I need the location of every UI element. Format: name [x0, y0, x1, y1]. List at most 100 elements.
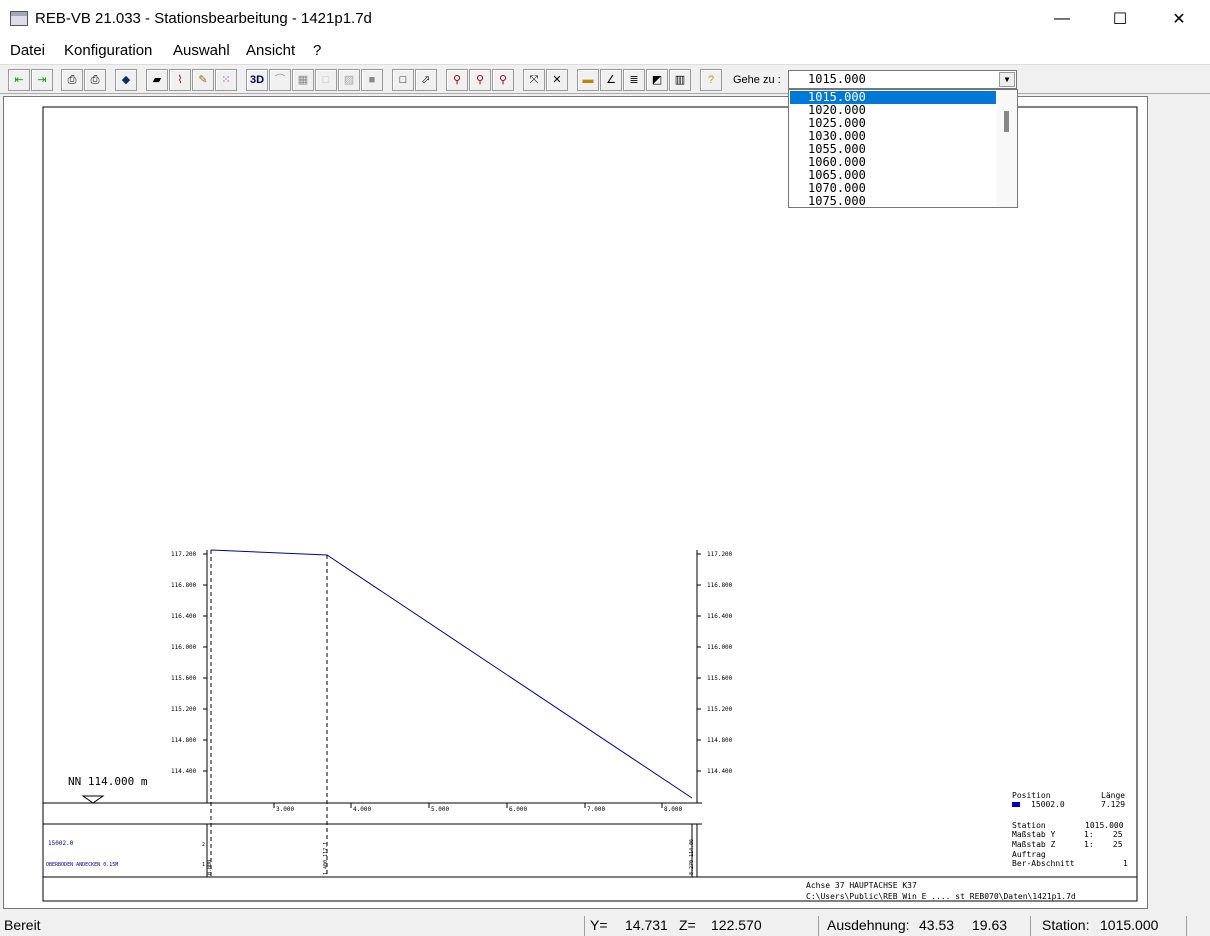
scale-label: 115.600 — [171, 675, 197, 682]
x-tick-label: 6.000 — [509, 806, 527, 813]
x-tick-label: 3.000 — [276, 806, 294, 813]
open-folder-icon[interactable]: ▰ — [146, 69, 168, 91]
scale-label: 117.200 — [171, 551, 197, 558]
zoom-minus-icon[interactable]: ⚲ — [492, 69, 514, 91]
x-tick-label: 8.000 — [664, 806, 682, 813]
status-station-label: Station: — [1042, 917, 1090, 933]
hatch-icon[interactable]: ▨ — [338, 69, 360, 91]
scale-label: 116.800 — [707, 582, 733, 589]
status-station-value: 1015.000 — [1100, 917, 1159, 933]
dropdown-option[interactable]: 1075.000 — [790, 195, 996, 208]
goto-dropdown-list[interactable]: 1015.000 1020.000 1025.000 1030.000 1055… — [788, 89, 1018, 208]
right-scale: 117.200 116.800 116.400 116.000 115.600 … — [697, 551, 733, 775]
legend-ber-value: 1 — [1123, 859, 1128, 868]
band-row-label: OBERBODEN ANDECKEN 0.15M — [46, 862, 118, 868]
legend-station-value: 1015.000 — [1085, 821, 1124, 830]
frame-icon[interactable]: □ — [315, 69, 337, 91]
next-station-icon[interactable]: ⇥ — [31, 69, 53, 91]
status-y-label: Y= — [590, 917, 608, 933]
menu-help[interactable]: ? — [313, 42, 321, 59]
fill-icon[interactable]: ■ — [361, 69, 383, 91]
zoom-extents-icon[interactable]: ⤧ — [523, 69, 545, 91]
terrain-profile-line — [210, 549, 693, 799]
legend-scale-z-label: Maßstab Z — [1012, 840, 1056, 849]
status-z-label: Z= — [679, 917, 696, 933]
scale-label: 116.400 — [707, 613, 733, 620]
cross-section-drawing: 117.200 116.800 116.400 116.000 115.600 … — [42, 106, 1138, 902]
scale-label: 115.200 — [707, 706, 733, 713]
band-row-label: 15002.0 — [48, 840, 74, 847]
toolbar: ⇤ ⇥ ⎙ ⎙ ◆ ▰ ⌇ ✎ ⁙ 3D ⌒ ▦ □ ▨ ■ □ ⬀ ⚲ ⚲ ⚲… — [0, 64, 1210, 94]
maximize-button[interactable]: ☐ — [1091, 0, 1149, 38]
legend-laenge-header: Länge — [1101, 791, 1125, 800]
scale-label: 115.200 — [171, 706, 197, 713]
ruler-icon[interactable]: ▬ — [577, 69, 599, 91]
vertical-value-label: 8.270 114.06 — [689, 839, 695, 875]
menu-konfiguration[interactable]: Konfiguration — [64, 42, 152, 59]
legend-auftrag-label: Auftrag — [1012, 850, 1046, 859]
legend-position-header: Position — [1012, 791, 1051, 800]
menu-bar: Datei Konfiguration Auswahl Ansicht ? — [0, 38, 1210, 64]
status-text: Bereit — [4, 917, 41, 933]
nn-label: NN 114.000 m — [68, 775, 148, 788]
legend-laenge-value: 7.129 — [1101, 800, 1125, 809]
edit-pencil-icon[interactable]: ✎ — [192, 69, 214, 91]
print-icon[interactable]: ⎙ — [61, 69, 83, 91]
zoom-plus-icon[interactable]: ⚲ — [469, 69, 491, 91]
close-button[interactable]: ✕ — [1150, 0, 1208, 38]
scrollbar-thumb[interactable] — [1004, 111, 1009, 132]
legend-ber-label: Ber-Abschnitt — [1012, 859, 1075, 868]
resize-icon[interactable]: ⬀ — [415, 69, 437, 91]
title-bar: REB-VB 21.033 - Stationsbearbeitung - 14… — [0, 0, 1210, 38]
menu-ansicht[interactable]: Ansicht — [246, 42, 295, 59]
table-icon[interactable]: ▥ — [669, 69, 691, 91]
grid-dots-icon[interactable]: ⁙ — [215, 69, 237, 91]
legend-scale-z-value: 1: 25 — [1084, 840, 1123, 849]
drawing-canvas[interactable]: 117.200 116.800 116.400 116.000 115.600 … — [3, 96, 1148, 909]
left-scale: 117.200 116.800 116.400 116.000 115.600 … — [171, 551, 207, 775]
vertical-value-label: 0.000 — [207, 860, 213, 875]
menu-datei[interactable]: Datei — [10, 42, 45, 59]
x-ticks: 3.000 4.000 5.000 6.000 7.000 8.000 — [273, 803, 682, 813]
area-icon[interactable]: ◩ — [646, 69, 668, 91]
status-y-value: 14.731 — [625, 917, 668, 933]
menu-auswahl[interactable]: Auswahl — [173, 42, 230, 59]
export-icon[interactable]: ◆ — [115, 69, 137, 91]
goto-combobox[interactable]: 1015.000 ▼ — [788, 70, 1017, 89]
status-extent-width: 43.53 — [919, 917, 955, 933]
legend-scale-y-value: 1: 25 — [1084, 830, 1123, 839]
3d-view-icon[interactable]: 3D — [246, 69, 268, 91]
layers-icon[interactable]: ▦ — [292, 69, 314, 91]
window-title: REB-VB 21.033 - Stationsbearbeitung - 14… — [35, 10, 372, 27]
goto-label: Gehe zu : — [733, 74, 781, 86]
curve-icon[interactable]: ⌒ — [269, 69, 291, 91]
angle-icon[interactable]: ∠ — [600, 69, 622, 91]
footer-file-path: C:\Users\Public\REB Win E .... st REB070… — [806, 892, 1076, 901]
zoom-window-icon[interactable]: ✕ — [546, 69, 568, 91]
help-icon[interactable]: ? — [700, 69, 722, 91]
scale-label: 114.800 — [171, 737, 197, 744]
goto-value: 1015.000 — [808, 72, 866, 86]
scale-label: 114.800 — [707, 737, 733, 744]
legend-scale-y-label: Maßstab Y — [1012, 830, 1056, 839]
legend: Position Länge 15002.0 7.129 Station 101… — [1012, 791, 1128, 868]
status-extent-height: 19.63 — [972, 917, 1008, 933]
app-icon — [10, 11, 28, 26]
print-setup-icon[interactable]: ⎙ — [84, 69, 106, 91]
rectangle-icon[interactable]: □ — [392, 69, 414, 91]
nn-triangle — [81, 795, 105, 804]
scale-label: 114.400 — [707, 768, 733, 775]
scale-label: 114.400 — [171, 768, 197, 775]
previous-station-icon[interactable]: ⇤ — [8, 69, 30, 91]
text-block-icon[interactable]: ≣ — [623, 69, 645, 91]
status-extent-label: Ausdehnung: — [827, 917, 910, 933]
x-tick-label: 4.000 — [353, 806, 371, 813]
minimize-button[interactable]: — — [1033, 0, 1091, 38]
chevron-down-icon[interactable]: ▼ — [999, 72, 1015, 87]
zoom-m-icon[interactable]: ⚲ — [446, 69, 468, 91]
cross-section-icon[interactable]: ⌇ — [169, 69, 191, 91]
dropdown-scrollbar[interactable] — [997, 90, 1017, 207]
scale-label: 116.000 — [707, 644, 733, 651]
x-tick-label: 7.000 — [587, 806, 605, 813]
band-col-mark: 2 — [202, 842, 205, 848]
